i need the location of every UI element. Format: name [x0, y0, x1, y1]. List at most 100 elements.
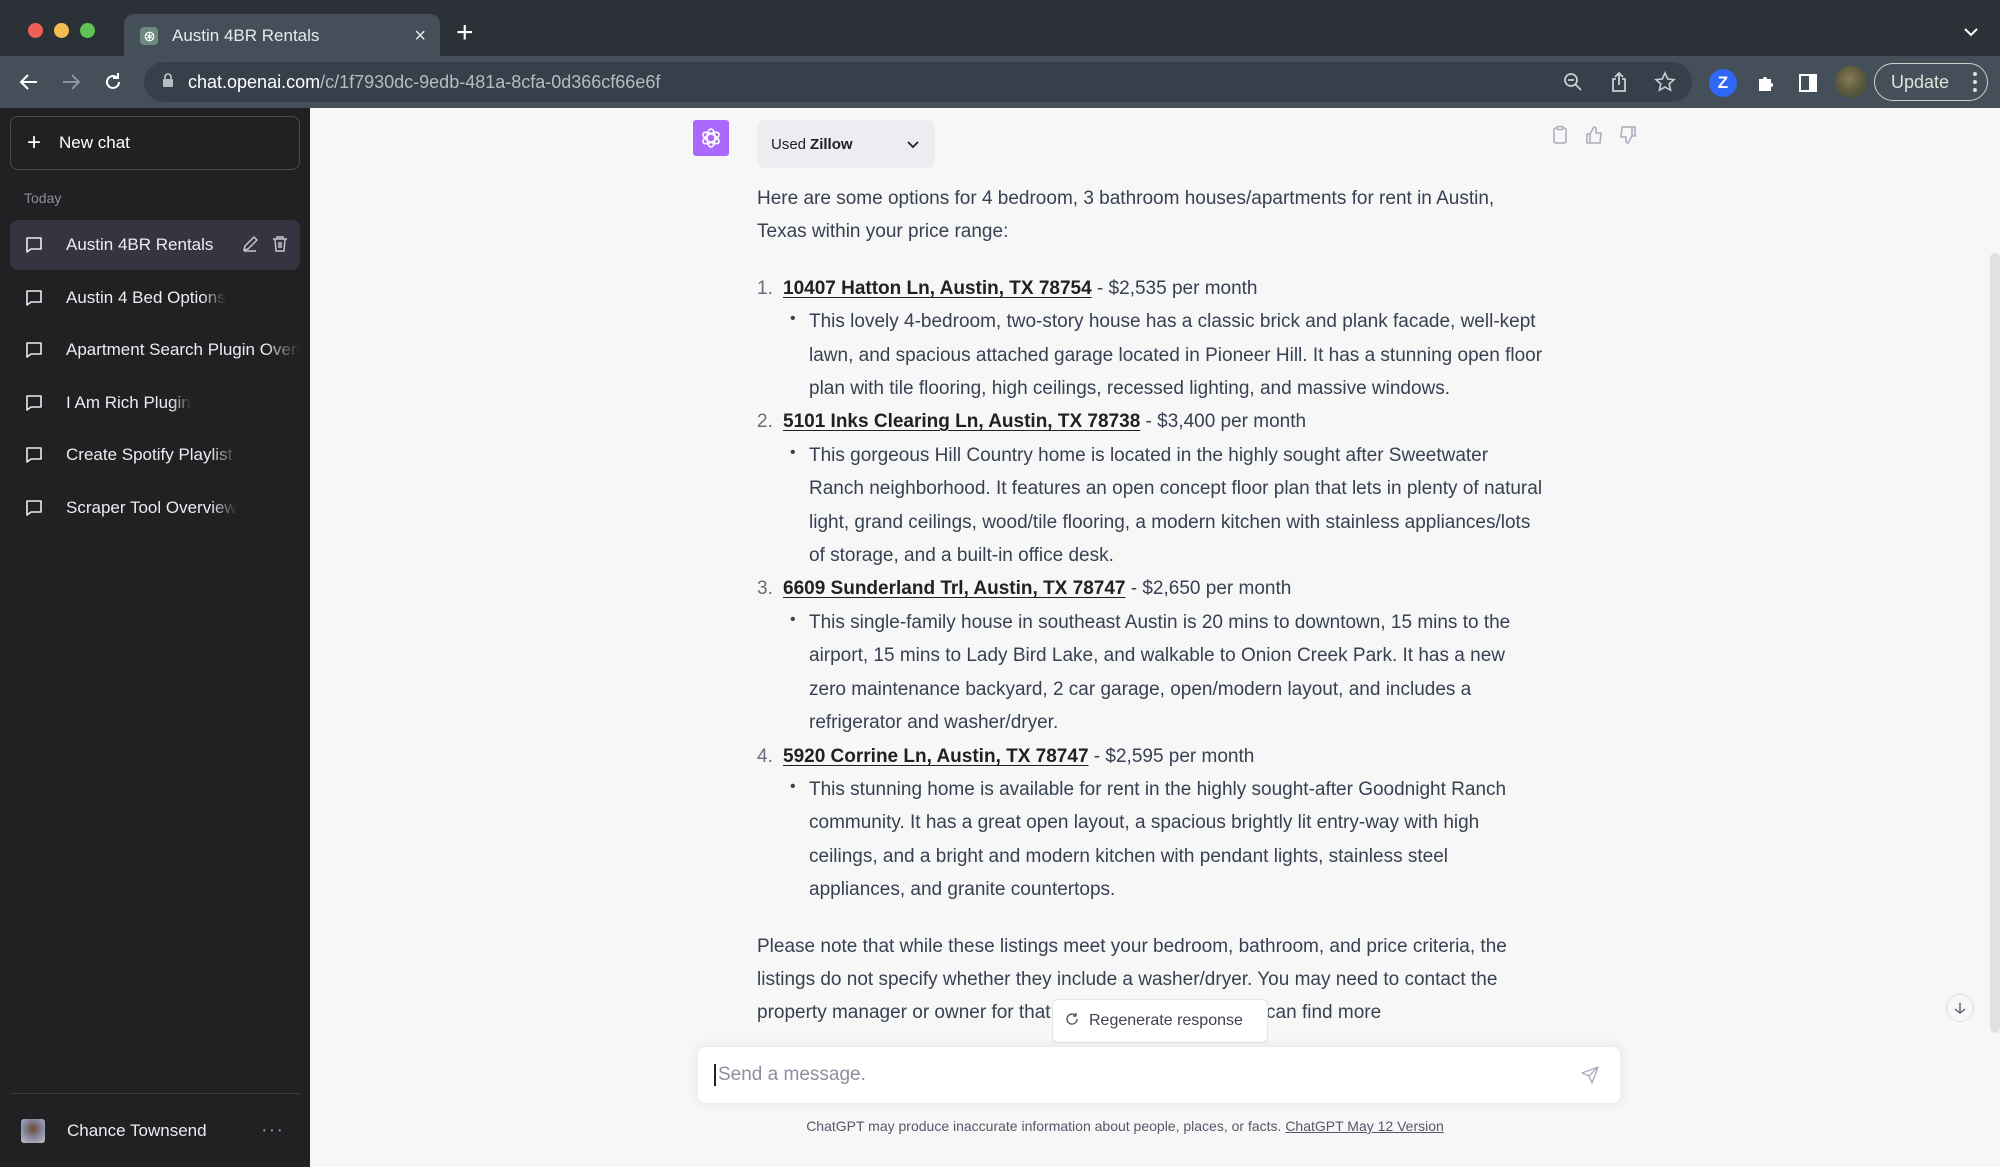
- chat-item-label: Create Spotify Playlist.: [66, 445, 238, 464]
- disclaimer-text: ChatGPT may produce inaccurate informati…: [806, 1118, 1286, 1134]
- tab-search-chevron-icon[interactable]: [1964, 24, 1978, 42]
- address-bar[interactable]: chat.openai.com/c/1f7930dc-9edb-481a-8cf…: [144, 62, 1692, 102]
- browser-tab[interactable]: Austin 4BR Rentals ×: [124, 14, 440, 58]
- assistant-avatar: [693, 120, 729, 156]
- listing-description: This stunning home is available for rent…: [790, 770, 1547, 907]
- send-icon[interactable]: [1578, 1063, 1602, 1087]
- chat-bubble-icon: [26, 237, 42, 253]
- assistant-message: Here are some options for 4 bedroom, 3 b…: [757, 182, 1547, 1030]
- disclaimer: ChatGPT may produce inaccurate informati…: [310, 1118, 2000, 1134]
- message-input[interactable]: [714, 1064, 1578, 1086]
- chat-item-label: Austin 4 Bed Options: [66, 287, 226, 307]
- listing-price: - $2,535 per month: [1091, 277, 1258, 299]
- chat-bubble-icon: [26, 447, 42, 463]
- chat-bubble-icon: [26, 289, 42, 306]
- listing-item: 2. 5101 Inks Clearing Ln, Austin, TX 787…: [757, 405, 1547, 572]
- message-actions: [1550, 124, 1638, 146]
- listing-price: - $3,400 per month: [1140, 411, 1307, 433]
- copy-clipboard-icon[interactable]: [1550, 124, 1570, 146]
- chevron-down-icon: [907, 136, 919, 153]
- back-button[interactable]: [16, 69, 42, 95]
- version-link[interactable]: ChatGPT May 12 Version: [1285, 1118, 1443, 1134]
- browser-tab-strip: Austin 4BR Rentals × +: [0, 0, 2000, 58]
- window-close-button[interactable]: [28, 23, 43, 38]
- chat-bubble-icon: [26, 499, 42, 516]
- sidebar-chat-item[interactable]: Create Spotify Playlist.: [10, 430, 300, 480]
- user-name: Chance Townsend: [67, 1120, 207, 1140]
- thumbs-down-icon[interactable]: [1618, 124, 1638, 146]
- listing-description: This gorgeous Hill Country home is locat…: [790, 436, 1547, 573]
- reload-button[interactable]: [100, 69, 126, 95]
- bookmark-star-icon[interactable]: [1654, 70, 1676, 94]
- extensions-puzzle-icon[interactable]: [1752, 69, 1780, 97]
- refresh-icon: [1065, 1012, 1079, 1031]
- thumbs-up-icon[interactable]: [1584, 124, 1604, 146]
- chat-history-list: Austin 4BR Rentals Austin 4 Bed Options …: [10, 220, 300, 535]
- chat-item-label: Apartment Search Plugin Overview: [66, 340, 300, 359]
- browser-menu-icon[interactable]: [1973, 72, 1977, 92]
- scroll-to-bottom-button[interactable]: [1946, 994, 1974, 1022]
- chat-item-label: Austin 4BR Rentals: [66, 235, 214, 254]
- share-icon[interactable]: [1608, 70, 1630, 94]
- listing-address-link[interactable]: 10407 Hatton Ln, Austin, TX 78754: [783, 278, 1092, 299]
- more-options-icon[interactable]: ···: [261, 1119, 300, 1142]
- zotero-extension-icon[interactable]: Z: [1709, 69, 1737, 97]
- new-chat-button[interactable]: + New chat: [10, 116, 300, 170]
- window-zoom-button[interactable]: [80, 23, 95, 38]
- sidebar-chat-item[interactable]: I Am Rich Plugin: [10, 378, 300, 428]
- arrow-down-icon: [1954, 1003, 1966, 1014]
- url-host: chat.openai.com: [188, 71, 321, 92]
- scrollbar[interactable]: [1990, 253, 2000, 1033]
- listing-item: 3. 6609 Sunderland Trl, Austin, TX 78747…: [757, 572, 1547, 739]
- profile-avatar[interactable]: [1835, 66, 1867, 98]
- listing-description: This single-family house in southeast Au…: [790, 603, 1547, 740]
- listing-number: 4.: [757, 745, 773, 767]
- sidebar-chat-item[interactable]: Apartment Search Plugin Overview: [10, 325, 300, 375]
- regenerate-label: Regenerate response: [1089, 1012, 1243, 1029]
- plus-icon: +: [27, 129, 42, 156]
- listings-list: 1. 10407 Hatton Ln, Austin, TX 78754 - $…: [757, 272, 1547, 907]
- zoom-out-icon[interactable]: [1562, 70, 1584, 94]
- new-tab-button[interactable]: +: [456, 18, 474, 48]
- lock-icon: [162, 72, 174, 93]
- browser-toolbar: chat.openai.com/c/1f7930dc-9edb-481a-8cf…: [0, 56, 2000, 108]
- chat-bubble-icon: [26, 342, 42, 358]
- message-intro: Here are some options for 4 bedroom, 3 b…: [757, 188, 1495, 243]
- listing-description: This lovely 4-bedroom, two-story house h…: [790, 302, 1547, 405]
- plugin-used-dropdown[interactable]: Used Zillow: [757, 120, 935, 168]
- delete-trash-icon[interactable]: [270, 234, 290, 254]
- tab-title: Austin 4BR Rentals: [172, 26, 320, 45]
- listing-number: 3.: [757, 578, 773, 600]
- message-composer: [697, 1046, 1621, 1104]
- sidebar-chat-item[interactable]: Scraper Tool Overview: [10, 483, 300, 533]
- chat-bubble-icon: [26, 394, 42, 411]
- new-chat-label: New chat: [59, 133, 130, 152]
- update-button[interactable]: Update: [1874, 63, 1988, 101]
- section-label-today: Today: [24, 190, 62, 206]
- sidebar-chat-item[interactable]: Austin 4 Bed Options: [10, 273, 300, 323]
- listing-address-link[interactable]: 5920 Corrine Ln, Austin, TX 78747: [783, 746, 1089, 767]
- user-avatar: [21, 1118, 45, 1143]
- chat-item-label: Scraper Tool Overview: [66, 497, 237, 517]
- sidebar-chat-item[interactable]: Austin 4BR Rentals: [10, 220, 300, 270]
- tab-close-icon[interactable]: ×: [414, 26, 426, 46]
- listing-price: - $2,650 per month: [1125, 578, 1292, 600]
- user-account-menu[interactable]: Chance Townsend ···: [10, 1093, 300, 1167]
- openai-favicon-icon: [140, 27, 158, 45]
- listing-address-link[interactable]: 6609 Sunderland Trl, Austin, TX 78747: [783, 578, 1125, 599]
- side-panel-icon[interactable]: [1794, 69, 1822, 97]
- url-path: /c/1f7930dc-9edb-481a-8cfa-0d366cf66e6f: [320, 71, 661, 92]
- listing-address-link[interactable]: 5101 Inks Clearing Ln, Austin, TX 78738: [783, 411, 1140, 432]
- chat-item-label: I Am Rich Plugin: [66, 392, 191, 412]
- listing-number: 1.: [757, 277, 773, 299]
- update-label: Update: [1891, 71, 1950, 92]
- openai-logo-icon: [702, 128, 720, 148]
- plugin-prefix: Used: [771, 135, 807, 153]
- listing-number: 2.: [757, 411, 773, 433]
- forward-button[interactable]: [58, 69, 84, 95]
- window-minimize-button[interactable]: [54, 23, 69, 38]
- chat-main: Used Zillow Here are some options for 4 b…: [310, 108, 2000, 1167]
- listing-item: 1. 10407 Hatton Ln, Austin, TX 78754 - $…: [757, 272, 1547, 406]
- edit-pencil-icon[interactable]: [240, 234, 260, 254]
- regenerate-response-button[interactable]: Regenerate response: [1052, 999, 1268, 1043]
